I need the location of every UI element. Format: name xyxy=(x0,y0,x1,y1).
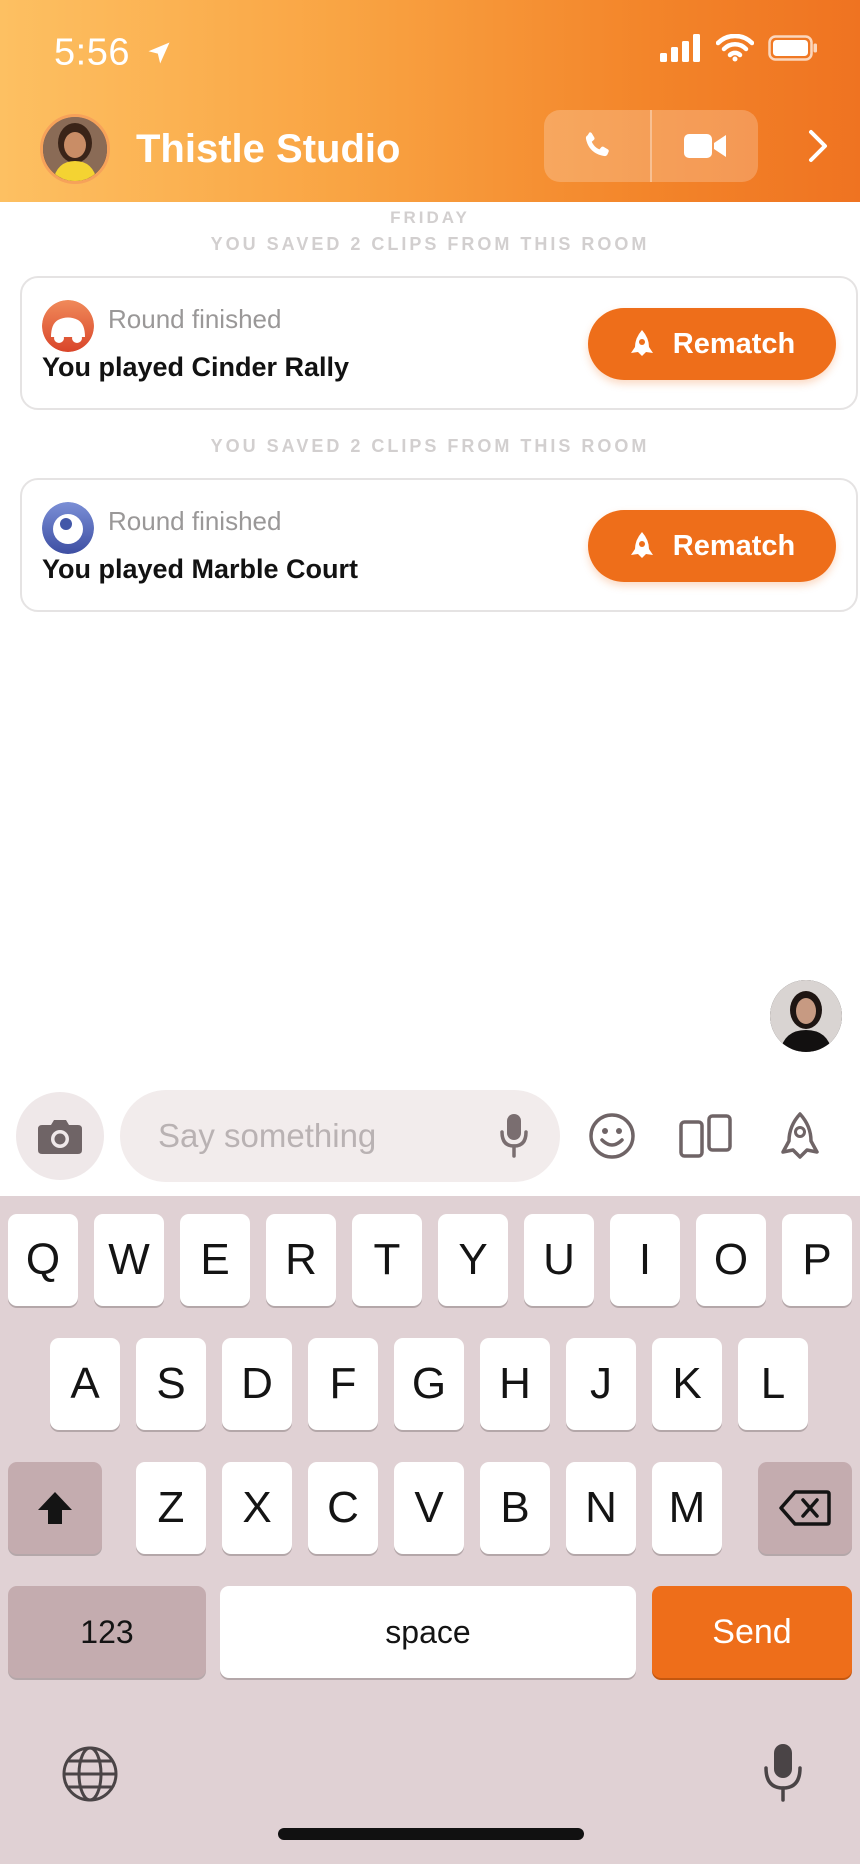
marble-court-game-icon xyxy=(42,502,94,554)
chat-details-button[interactable] xyxy=(800,124,836,168)
shift-key[interactable] xyxy=(8,1462,102,1554)
call-actions xyxy=(544,110,758,182)
contact-avatar[interactable] xyxy=(40,114,110,184)
key-f[interactable]: F xyxy=(308,1338,378,1430)
status-time-text: 5:56 xyxy=(54,31,130,74)
key-t[interactable]: T xyxy=(352,1214,422,1306)
key-j[interactable]: J xyxy=(566,1338,636,1430)
space-key[interactable]: space xyxy=(220,1586,636,1678)
round-status: Round finished xyxy=(108,506,282,536)
key-h[interactable]: H xyxy=(480,1338,550,1430)
key-e[interactable]: E xyxy=(180,1214,250,1306)
participant-avatar[interactable] xyxy=(770,980,842,1052)
video-call-button[interactable] xyxy=(650,110,758,182)
battery-icon xyxy=(768,35,817,61)
cinder-rally-game-icon xyxy=(42,300,94,352)
rematch-label: Rematch xyxy=(672,529,796,562)
emoji-button[interactable] xyxy=(582,1106,642,1166)
location-arrow-icon xyxy=(148,42,170,64)
day-separator: FRIDAY xyxy=(390,208,470,227)
rematch-label: Rematch xyxy=(672,327,796,360)
key-r[interactable]: R xyxy=(266,1214,336,1306)
backspace-icon xyxy=(779,1490,831,1526)
key-m[interactable]: M xyxy=(652,1462,722,1554)
rocket-icon xyxy=(630,330,653,356)
key-k[interactable]: K xyxy=(652,1338,722,1430)
key-x[interactable]: X xyxy=(222,1462,292,1554)
rematch-button[interactable]: Rematch xyxy=(588,510,836,582)
key-y[interactable]: Y xyxy=(438,1214,508,1306)
video-camera-icon xyxy=(684,134,726,158)
home-indicator[interactable] xyxy=(278,1828,584,1840)
key-c[interactable]: C xyxy=(308,1462,378,1554)
key-o[interactable]: O xyxy=(696,1214,766,1306)
saved-clips-note: YOU SAVED 2 CLIPS FROM THIS ROOM xyxy=(210,234,650,254)
voice-call-button[interactable] xyxy=(544,110,650,182)
rematch-button[interactable]: Rematch xyxy=(588,308,836,380)
played-game-text: You played Marble Court xyxy=(42,554,359,584)
camera-button[interactable] xyxy=(16,1092,104,1180)
shift-arrow-icon xyxy=(38,1492,72,1524)
status-time: 5:56 xyxy=(54,30,173,74)
played-game-text: You played Cinder Rally xyxy=(42,352,350,382)
rocket-icon xyxy=(630,532,653,558)
stickers-button[interactable] xyxy=(676,1106,736,1166)
key-d[interactable]: D xyxy=(222,1338,292,1430)
key-i[interactable]: I xyxy=(610,1214,680,1306)
smiley-icon xyxy=(589,1113,635,1159)
key-n[interactable]: N xyxy=(566,1462,636,1554)
key-z[interactable]: Z xyxy=(136,1462,206,1554)
dictation-microphone-icon[interactable] xyxy=(762,1742,804,1804)
key-w[interactable]: W xyxy=(94,1214,164,1306)
cellular-signal-icon xyxy=(660,34,700,62)
key-b[interactable]: B xyxy=(480,1462,550,1554)
key-p[interactable]: P xyxy=(782,1214,852,1306)
chevron-right-icon xyxy=(809,130,827,162)
globe-icon[interactable] xyxy=(60,1744,120,1804)
participant-avatar-image xyxy=(770,980,842,1052)
cards-icon xyxy=(679,1114,732,1158)
key-q[interactable]: Q xyxy=(8,1214,78,1306)
game-card: Round finished You played Cinder Rally R… xyxy=(20,276,858,410)
message-input-wrapper xyxy=(120,1090,560,1182)
game-card: Round finished You played Marble Court R… xyxy=(20,478,858,612)
key-l[interactable]: L xyxy=(738,1338,808,1430)
games-button[interactable] xyxy=(770,1106,830,1166)
phone-icon xyxy=(585,132,609,157)
microphone-icon[interactable] xyxy=(498,1112,530,1160)
saved-clips-note: YOU SAVED 2 CLIPS FROM THIS ROOM xyxy=(210,436,650,456)
key-v[interactable]: V xyxy=(394,1462,464,1554)
round-status: Round finished xyxy=(108,304,282,334)
status-icons xyxy=(660,34,818,62)
key-a[interactable]: A xyxy=(50,1338,120,1430)
key-u[interactable]: U xyxy=(524,1214,594,1306)
wifi-icon xyxy=(716,34,754,62)
key-g[interactable]: G xyxy=(394,1338,464,1430)
message-input[interactable] xyxy=(158,1090,478,1182)
camera-icon xyxy=(38,1120,82,1154)
numbers-key[interactable]: 123 xyxy=(8,1586,206,1678)
keyboard: Q W E R T Y U I O P A S D F G H J K L Z … xyxy=(0,1196,860,1864)
chat-title: Thistle Studio xyxy=(136,127,401,171)
delete-key[interactable] xyxy=(758,1462,852,1554)
rocket-outline-icon xyxy=(781,1112,819,1159)
contact-avatar-image xyxy=(43,117,107,181)
send-key[interactable]: Send xyxy=(652,1586,852,1678)
key-s[interactable]: S xyxy=(136,1338,206,1430)
